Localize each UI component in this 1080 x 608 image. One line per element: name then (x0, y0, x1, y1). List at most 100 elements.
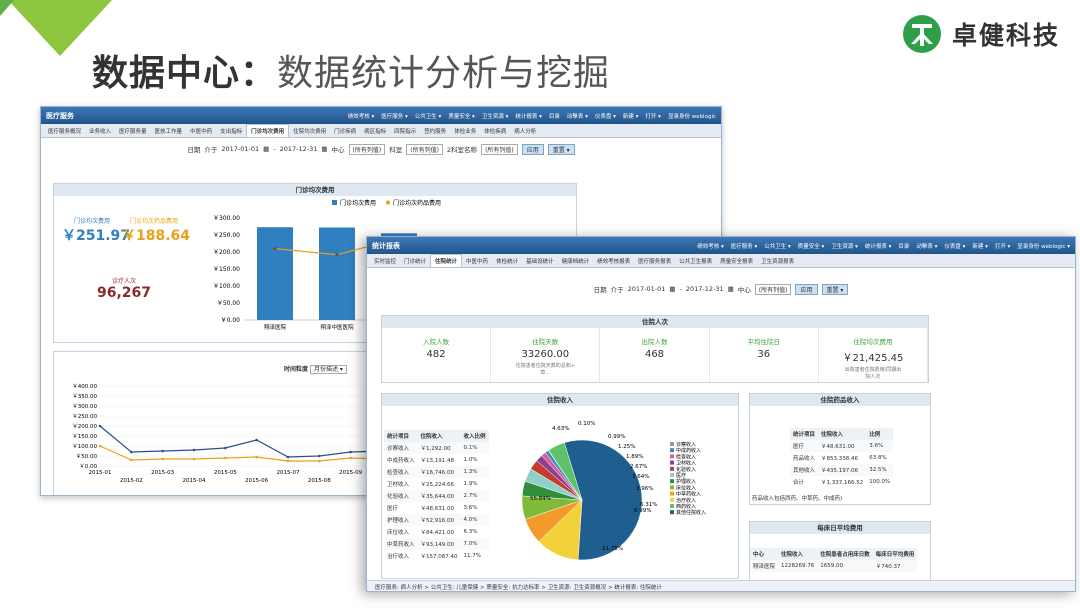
menu-item[interactable]: 动擊表 ▾ (916, 242, 937, 250)
tab[interactable]: 门诊疾病 (330, 125, 360, 137)
tab[interactable]: 医技工作量 (151, 125, 187, 137)
center-label: 中心 (737, 286, 751, 294)
kpi-drug-cost: ￥188.64 (122, 228, 191, 244)
legend-label: 西药收入 (676, 503, 696, 510)
line-point (255, 455, 258, 459)
drug-income-panel: 住院药品收入 统计项目 住院收入 比例 医疗 ￥48,631.00 3.6% 药品收入 ￥85… (749, 393, 931, 505)
apply-button[interactable]: 应用 (521, 143, 544, 155)
date-from[interactable]: 2017-01-01 (221, 145, 259, 153)
menu-item[interactable]: 显录身份 weblogic (668, 112, 716, 120)
menu-item[interactable]: 动擊表 ▾ (567, 112, 588, 120)
table-cell: 中成药收入 (387, 458, 415, 464)
table-row: 化验收入 ￥35,644.00 2.7% (384, 490, 489, 502)
tab[interactable]: 病区指标 (360, 125, 390, 137)
tab[interactable]: 医疗服务概况 (44, 125, 85, 137)
legend-swatch (670, 491, 674, 496)
table-cell: 床位收入 (387, 530, 410, 536)
menu-item[interactable]: 统计报表 ▾ (865, 242, 892, 250)
legend-label: 其他住院收入 (676, 509, 706, 516)
menu-item[interactable]: 卫生资源 ▾ (831, 242, 858, 250)
tab[interactable]: 支出指标 (216, 125, 246, 137)
tab[interactable]: 健康档统计 (558, 255, 594, 267)
table-cell: 医疗 (387, 506, 399, 512)
apply-button[interactable]: 应用 (795, 283, 818, 295)
table-row: 卫材收入 ￥25,224.66 1.9% (384, 478, 489, 490)
panel-title: 门诊均次费用 (54, 184, 576, 196)
reset-button[interactable]: 重置 ▾ (821, 283, 849, 295)
menu-item[interactable]: 质量安全 ▾ (798, 242, 825, 250)
menu-item[interactable]: 卫生资源 ▾ (482, 112, 509, 120)
tab[interactable]: 卫生资源报表 (757, 255, 798, 267)
legend-swatch (670, 460, 674, 465)
date-to[interactable]: 2017-12-31 (686, 285, 724, 293)
tab[interactable]: 中医中药 (186, 125, 216, 137)
kpi-value: 468 (644, 349, 665, 360)
date-to[interactable]: 2017-12-31 (280, 145, 318, 153)
tab[interactable]: 签约服务 (420, 125, 450, 137)
tab[interactable]: 医疗服务报表 (634, 255, 675, 267)
tab[interactable]: 四院指示 (390, 125, 420, 137)
menu-item[interactable]: 打开 ▾ (645, 112, 661, 120)
menu-item[interactable]: 仪表盘 ▾ (944, 242, 965, 250)
brand-mark-icon (903, 15, 941, 53)
table-cell: ￥853,338.46 (821, 456, 859, 462)
kpi-label: 诊疗人次 (111, 278, 136, 285)
tab[interactable]: 绩效考核报表 (593, 255, 634, 267)
tab[interactable]: 公共卫生报表 (675, 255, 716, 267)
tab[interactable]: 体检业务 (450, 125, 480, 137)
menu-item[interactable]: 医疗服务 ▾ (381, 112, 408, 120)
menu-item[interactable]: 打开 ▾ (995, 242, 1011, 250)
menu-item[interactable]: 仪表盘 ▾ (595, 112, 616, 120)
time-select[interactable]: 月份描述 ▾ (309, 365, 347, 374)
tab[interactable]: 门诊统计 (400, 255, 430, 267)
calendar-icon[interactable]: ▦ (263, 145, 269, 153)
calendar-icon[interactable]: ▦ (728, 285, 734, 293)
menu-item[interactable]: 新建 ▾ (623, 112, 639, 120)
menu-item[interactable]: 目录 (549, 112, 560, 120)
table-cell: 0.1% (463, 445, 478, 451)
slide-title: 数据中心：数据统计分析与挖掘 (92, 53, 611, 94)
menu-item[interactable]: 新建 ▾ (972, 242, 988, 250)
tab[interactable]: 业务收入 (85, 125, 115, 137)
table-cell: 其他收入 (793, 468, 816, 474)
kpi-value: 36 (757, 349, 771, 360)
line-point (192, 457, 196, 461)
tab[interactable]: 基础设统计 (522, 255, 558, 267)
table-row: 药品收入 ￥853,338.46 63.8% (790, 452, 893, 464)
menu-item[interactable]: 公共卫生 ▾ (415, 112, 442, 120)
menu-item[interactable]: 绩效考核 ▾ (697, 242, 724, 250)
tab[interactable]: 门诊均次费用 (246, 124, 290, 137)
table-row: 床位收入 ￥84,421.00 6.3% (384, 526, 489, 538)
legend-swatch (386, 200, 390, 205)
table-cell: 4.0% (463, 517, 478, 523)
tab[interactable]: 质量安全报表 (716, 255, 757, 267)
menu-item[interactable]: 显录身份 weblogic ▾ (1017, 242, 1070, 250)
tab[interactable]: 体检统计 (492, 255, 522, 267)
tab[interactable]: 住院均次费用 (289, 125, 330, 137)
tab[interactable]: 病人分析 (510, 125, 540, 137)
tab[interactable]: 医疗服务量 (115, 125, 151, 137)
tab[interactable]: 体检疾病 (480, 125, 510, 137)
date-from[interactable]: 2017-01-01 (628, 285, 666, 293)
menu-item[interactable]: 质量安全 ▾ (448, 112, 475, 120)
calendar-icon[interactable]: ▦ (669, 285, 675, 293)
menu-item[interactable]: 公共卫生 ▾ (764, 242, 791, 250)
menu-item[interactable]: 统计报表 ▾ (515, 112, 542, 120)
center-select[interactable]: (所有列值) (348, 143, 386, 155)
dept-select[interactable]: (所有列值) (406, 143, 443, 155)
tab[interactable]: 实时监控 (370, 255, 400, 267)
reset-button[interactable]: 重置 ▾ (547, 143, 575, 155)
menu-item[interactable]: 医疗服务 ▾ (731, 242, 758, 250)
kpi-value: 33260.00 (521, 349, 570, 360)
table-cell: 3.6% (463, 505, 478, 511)
calendar-icon[interactable]: ▦ (321, 145, 327, 153)
line-point (286, 455, 290, 459)
center-select[interactable]: (所有列值) (754, 283, 792, 295)
tab[interactable]: 中医中药 (462, 255, 492, 267)
table-cell: ￥157,087.40 (420, 554, 458, 560)
menu-item[interactable]: 绩效考核 ▾ (348, 112, 375, 120)
y-tick-label: ￥200.00 (213, 249, 240, 256)
section-select[interactable]: (所有列值) (481, 143, 518, 155)
menu-item[interactable]: 目录 (898, 242, 909, 250)
tab[interactable]: 住院统计 (430, 254, 463, 267)
